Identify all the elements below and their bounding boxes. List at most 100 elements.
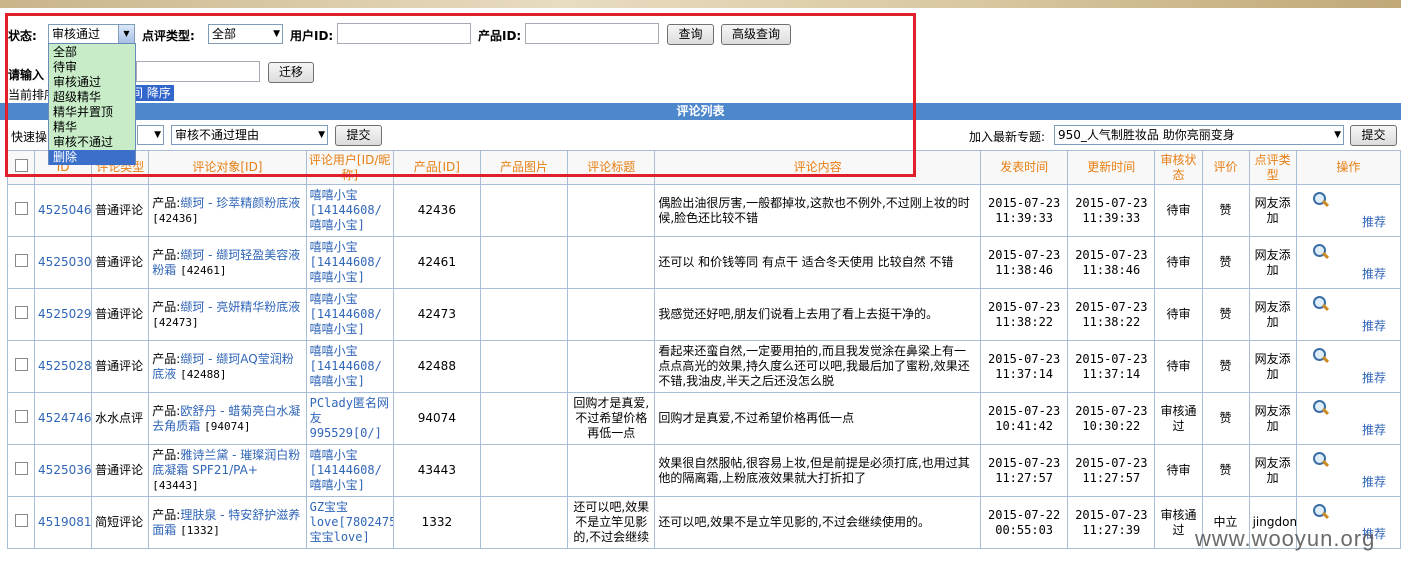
status-option[interactable]: 精华: [49, 120, 135, 135]
product-id-label: 产品ID:: [478, 29, 522, 43]
select-all-cell[interactable]: [6, 150, 36, 185]
row-id[interactable]: 4524746: [34, 392, 93, 445]
review-type: 普通评论: [91, 340, 150, 393]
list-title-bar: 评论列表: [0, 103, 1401, 120]
review-user[interactable]: 嘻嘻小宝[14144608/嘻嘻小宝]: [305, 288, 394, 341]
col-header[interactable]: 发表时间: [980, 150, 1069, 185]
product-id-input[interactable]: [525, 23, 659, 44]
review-user[interactable]: 嘻嘻小宝[14144608/嘻嘻小宝]: [305, 340, 394, 393]
recommend-link[interactable]: 推荐: [1362, 475, 1386, 490]
col-header[interactable]: 产品[ID]: [392, 150, 481, 185]
row-id[interactable]: 4525046: [34, 184, 93, 237]
col-header: 操作: [1295, 150, 1401, 185]
view-magnifier-icon[interactable]: [1312, 295, 1330, 313]
review-user[interactable]: 嘻嘻小宝[14144608/嘻嘻小宝]: [305, 444, 394, 497]
review-user[interactable]: 嘻嘻小宝[14144608/嘻嘻小宝]: [305, 184, 394, 237]
user-id-label: 用户ID:: [290, 29, 334, 43]
input-prompt-label: 请输入: [8, 68, 45, 82]
review-type-select[interactable]: 全部 ▼: [208, 24, 283, 44]
status-option[interactable]: 精华并置顶: [49, 105, 135, 120]
row-checkbox: [6, 496, 36, 549]
action-cell: 推荐: [1295, 392, 1401, 445]
status-option[interactable]: 待审: [49, 60, 135, 75]
review-type: 普通评论: [91, 288, 150, 341]
review-object: 产品:缬珂 - 珍萃精颜粉底液 [42436]: [148, 184, 307, 237]
created-time: 2015-07-22 00:55:03: [980, 496, 1069, 549]
row-checkbox[interactable]: [14, 254, 28, 267]
review-rating: 赞: [1201, 444, 1250, 497]
col-header[interactable]: 评价: [1201, 150, 1250, 185]
product-image: [479, 288, 569, 341]
migrate-button[interactable]: 迁移: [268, 62, 314, 83]
row-id[interactable]: 4525036: [34, 444, 93, 497]
col-header[interactable]: 评论标题: [567, 150, 656, 185]
col-header[interactable]: 更新时间: [1067, 150, 1156, 185]
quick-action-select[interactable]: ▼: [137, 125, 164, 145]
product-id: 43443: [392, 444, 481, 497]
row-id[interactable]: 4519081: [34, 496, 93, 549]
view-magnifier-icon[interactable]: [1312, 191, 1330, 209]
status-option[interactable]: 全部: [49, 45, 135, 60]
table-row: 4525028 普通评论 产品:缬珂 - 缬珂AQ莹润粉底液 [42488] 嘻嘻小宝…: [6, 340, 1401, 393]
col-header[interactable]: 评论对象[ID]: [148, 150, 307, 185]
col-header[interactable]: 评论用户[ID/昵称]: [305, 150, 394, 185]
migrate-input[interactable]: [136, 61, 260, 82]
reason-select[interactable]: 审核不通过理由 ▼: [171, 125, 328, 145]
col-header[interactable]: 审核状态: [1154, 150, 1203, 185]
status-option[interactable]: 审核通过: [49, 75, 135, 90]
review-title: [567, 444, 656, 497]
status-option[interactable]: 超级精华: [49, 90, 135, 105]
review-user[interactable]: GZ宝宝love[7802475/GZ宝宝love]: [305, 496, 394, 549]
col-header[interactable]: 评论内容: [654, 150, 982, 185]
col-header[interactable]: 点评类型: [1248, 150, 1297, 185]
review-object: 产品:缬珂 - 缬珂轻盈美容液粉霜 [42461]: [148, 236, 307, 289]
review-type-select-value: 全部: [212, 27, 237, 41]
recommend-link[interactable]: 推荐: [1362, 371, 1386, 386]
view-magnifier-icon[interactable]: [1312, 399, 1330, 417]
submit-button[interactable]: 提交: [335, 125, 382, 146]
product-id: 42488: [392, 340, 481, 393]
review-rating: 赞: [1201, 184, 1250, 237]
review-user[interactable]: 嘻嘻小宝[14144608/嘻嘻小宝]: [305, 236, 394, 289]
product-id: 1332: [392, 496, 481, 549]
product-link[interactable]: 缬珂 - 珍萃精颜粉底液: [180, 196, 300, 210]
view-magnifier-icon[interactable]: [1312, 503, 1330, 521]
status-select[interactable]: 审核通过 ▼: [48, 24, 135, 44]
advanced-search-button[interactable]: 高级查询: [721, 24, 791, 45]
review-user[interactable]: PClady匿名网友995529[0/]: [305, 392, 394, 445]
object-prefix: 产品:: [152, 351, 181, 366]
row-checkbox[interactable]: [14, 358, 28, 371]
user-id-input[interactable]: [337, 23, 471, 44]
table-row: 4525029 普通评论 产品:缬珂 - 亮妍精华粉底液 [42473] 嘻嘻小宝[1…: [6, 288, 1401, 341]
view-magnifier-icon[interactable]: [1312, 347, 1330, 365]
product-link[interactable]: 缬珂 - 亮妍精华粉底液: [180, 300, 300, 314]
review-rating: 赞: [1201, 236, 1250, 289]
recommend-link[interactable]: 推荐: [1362, 423, 1386, 438]
status-option[interactable]: 审核不通过: [49, 135, 135, 150]
view-magnifier-icon[interactable]: [1312, 451, 1330, 469]
search-button[interactable]: 查询: [667, 24, 714, 45]
row-checkbox[interactable]: [14, 514, 28, 527]
recommend-link[interactable]: 推荐: [1362, 267, 1386, 282]
updated-time: 2015-07-23 11:37:14: [1067, 340, 1156, 393]
chevron-down-icon[interactable]: ▼: [118, 25, 134, 43]
row-checkbox[interactable]: [14, 462, 28, 475]
row-checkbox[interactable]: [14, 202, 28, 215]
topic-submit-button[interactable]: 提交: [1350, 125, 1397, 146]
row-id[interactable]: 4525029: [34, 288, 93, 341]
review-table: ID 评论类型 评论对象[ID] 评论用户[ID/昵称] 产品[ID] 产品图片…: [6, 150, 1401, 549]
status-option-highlighted[interactable]: 删除: [49, 150, 135, 165]
row-checkbox[interactable]: [14, 306, 28, 319]
topic-select[interactable]: 950_人气制胜妆品 助你亮丽变身 ▼: [1054, 125, 1344, 145]
action-cell: 推荐: [1295, 444, 1401, 497]
row-id[interactable]: 4525030: [34, 236, 93, 289]
product-image: [479, 184, 569, 237]
recommend-link[interactable]: 推荐: [1362, 215, 1386, 230]
row-checkbox[interactable]: [14, 410, 28, 423]
row-id[interactable]: 4525028: [34, 340, 93, 393]
select-all-checkbox[interactable]: [14, 159, 28, 172]
recommend-link[interactable]: 推荐: [1362, 319, 1386, 334]
view-magnifier-icon[interactable]: [1312, 243, 1330, 261]
action-cell: 推荐: [1295, 236, 1401, 289]
status-dropdown-list[interactable]: 全部 待审 审核通过 超级精华 精华并置顶 精华 审核不通过 删除: [48, 43, 136, 165]
